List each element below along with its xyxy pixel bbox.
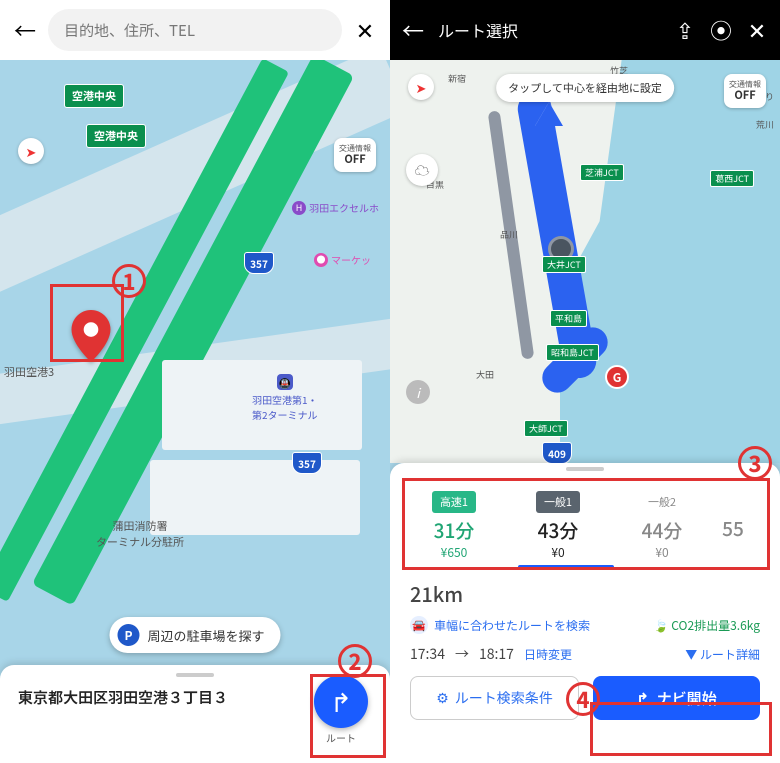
distance-text: 21km	[390, 569, 780, 614]
route-shield: 357	[292, 452, 322, 474]
location-pin[interactable]	[70, 310, 112, 352]
arrive-time: 18:17	[479, 644, 514, 664]
actions-row: ⚙ ルート検索条件 ↱ ナビ開始	[390, 676, 780, 720]
current-location-arrow	[535, 102, 563, 126]
poi-market: ●マーケッ	[314, 252, 371, 267]
traffic-toggle[interactable]: 交通情報 OFF	[334, 138, 376, 172]
route-shield: 409	[542, 442, 572, 464]
drag-handle[interactable]	[176, 673, 214, 677]
hotel-icon: H	[292, 201, 306, 215]
parking-chip-label: 周辺の駐車場を探す	[147, 626, 264, 645]
exit-label: 空港中央	[86, 124, 146, 148]
jct-label: 大井JCT	[542, 256, 586, 273]
map-label: 品川	[500, 228, 518, 241]
tab-name	[725, 500, 741, 506]
route-detail-button[interactable]: ▼ ルート詳細	[685, 646, 760, 663]
jct-label: 大師JCT	[524, 420, 568, 437]
weather-button[interactable]: ☁	[406, 154, 438, 186]
tab-cost: ¥0	[510, 544, 606, 561]
compass-button[interactable]: ➤	[408, 74, 434, 100]
time-row: 17:34→18:17 日時変更 ▼ ルート詳細	[390, 644, 780, 676]
exit-label: 空港中央	[64, 84, 124, 108]
jct-label: 芝浦JCT	[580, 164, 624, 181]
tab-time: 31分	[406, 517, 502, 544]
search-input[interactable]: 目的地、住所、TEL	[48, 9, 342, 51]
route-tabs: 高速1 31分 ¥650 一般1 43分 ¥0 一般2 44分 ¥0 55	[390, 481, 780, 575]
set-waypoint-chip[interactable]: タップして中心を経由地に設定	[496, 74, 674, 102]
tab-cost: ¥650	[406, 544, 502, 561]
traffic-value: OFF	[344, 153, 365, 165]
bottom-sheet-left[interactable]: 東京都大田区羽田空港３丁目３ ↱ ルート	[0, 665, 390, 763]
goal-marker: G	[605, 365, 629, 389]
add-waypoint-button[interactable]: ⦿	[706, 15, 736, 45]
tab-name: 高速1	[432, 491, 476, 513]
route-tab-more[interactable]: 55	[718, 487, 748, 561]
info-button[interactable]: i	[406, 380, 430, 404]
jct-label: 昭和島JCT	[546, 344, 599, 361]
map-right[interactable]: G 新宿 目黒 品川 大田 荒川 芝浦JCT 葛西JCT 大井JCT 平和島 昭…	[390, 60, 780, 463]
share-button[interactable]: ⇪	[670, 15, 700, 45]
tab-time: 43分	[510, 517, 606, 544]
drag-handle[interactable]	[566, 467, 604, 471]
topbar-left: ← 目的地、住所、TEL ✕	[0, 0, 390, 60]
route-tab-general2[interactable]: 一般2 44分 ¥0	[614, 487, 710, 561]
route-button-label: ルート	[326, 730, 356, 745]
screen-right: G 新宿 目黒 品川 大田 荒川 芝浦JCT 葛西JCT 大井JCT 平和島 昭…	[390, 0, 780, 763]
search-conditions-button[interactable]: ⚙ ルート検索条件	[410, 676, 579, 720]
route-tab-general1[interactable]: 一般1 43分 ¥0	[510, 487, 606, 561]
start-nav-label: ナビ開始	[657, 688, 717, 709]
back-button[interactable]: ←	[10, 15, 40, 45]
parking-icon: P	[117, 624, 139, 646]
route-button[interactable]: ↱ ルート	[314, 675, 368, 745]
map-label: 羽田空港3	[4, 364, 54, 380]
map-label: 荒川	[756, 118, 774, 131]
hints-row: 🚘 車幅に合わせたルートを検索 🍃 CO2排出量3.6kg	[390, 614, 780, 644]
compass-button[interactable]: ➤	[18, 138, 44, 164]
station-label: 🚇 羽田空港第1・ 第2ターミナル	[252, 374, 318, 422]
route-shield: 357	[244, 252, 274, 274]
route-tab-expy1[interactable]: 高速1 31分 ¥650	[406, 487, 502, 561]
tab-name: 一般2	[640, 491, 684, 513]
station-name: 羽田空港第1・ 第2ターミナル	[252, 392, 318, 422]
search-cond-label: ルート検索条件	[455, 688, 553, 708]
map-label: 新宿	[448, 72, 466, 85]
page-title: ルート選択	[434, 18, 664, 42]
jct-label: 平和島	[550, 310, 587, 327]
tab-name: 一般1	[536, 491, 580, 513]
close-button[interactable]: ✕	[742, 15, 772, 45]
depart-time: 17:34	[410, 644, 445, 664]
traffic-toggle[interactable]: 交通情報 OFF	[724, 74, 766, 108]
train-icon: 🚇	[277, 374, 293, 390]
via-chip-label: タップして中心を経由地に設定	[508, 80, 662, 96]
screen-left: ➤ 交通情報 OFF 空港中央 空港中央 357 357 羽田空港3 蒲田消防署…	[0, 0, 390, 763]
map-label: 蒲田消防署 ターミナル分駐所	[96, 518, 184, 550]
route-icon: ↱	[314, 675, 368, 728]
bottom-sheet-right[interactable]: 高速1 31分 ¥650 一般1 43分 ¥0 一般2 44分 ¥0 55 21…	[390, 463, 780, 763]
map-left[interactable]: ➤ 交通情報 OFF 空港中央 空港中央 357 357 羽田空港3 蒲田消防署…	[0, 60, 390, 763]
shop-icon: ●	[314, 253, 328, 267]
tab-time: 44分	[614, 517, 710, 544]
tab-cost: ¥0	[614, 544, 710, 561]
co2-value: CO2排出量3.6kg	[671, 617, 760, 634]
parking-search-chip[interactable]: P 周辺の駐車場を探す	[109, 617, 280, 653]
jct-label: 葛西JCT	[710, 170, 754, 187]
change-time-button[interactable]: 日時変更	[524, 646, 572, 663]
traffic-value: OFF	[734, 89, 755, 101]
start-navigation-button[interactable]: ↱ ナビ開始	[593, 676, 760, 720]
back-button[interactable]: ←	[398, 15, 428, 45]
width-hint[interactable]: 車幅に合わせたルートを検索	[434, 617, 590, 634]
close-button[interactable]: ✕	[350, 15, 380, 45]
tab-time: 55	[718, 515, 748, 542]
car-icon: 🚘	[410, 616, 428, 634]
poi-hotel: H羽田エクセルホ	[292, 200, 379, 215]
co2-text: 🍃 CO2排出量3.6kg	[654, 617, 760, 634]
search-placeholder: 目的地、住所、TEL	[64, 20, 195, 41]
poi-text: 羽田エクセルホ	[309, 200, 379, 215]
topbar-right: ← ルート選択 ⇪ ⦿ ✕	[390, 0, 780, 60]
poi-text: マーケッ	[331, 252, 371, 267]
map-label: 大田	[476, 368, 494, 381]
